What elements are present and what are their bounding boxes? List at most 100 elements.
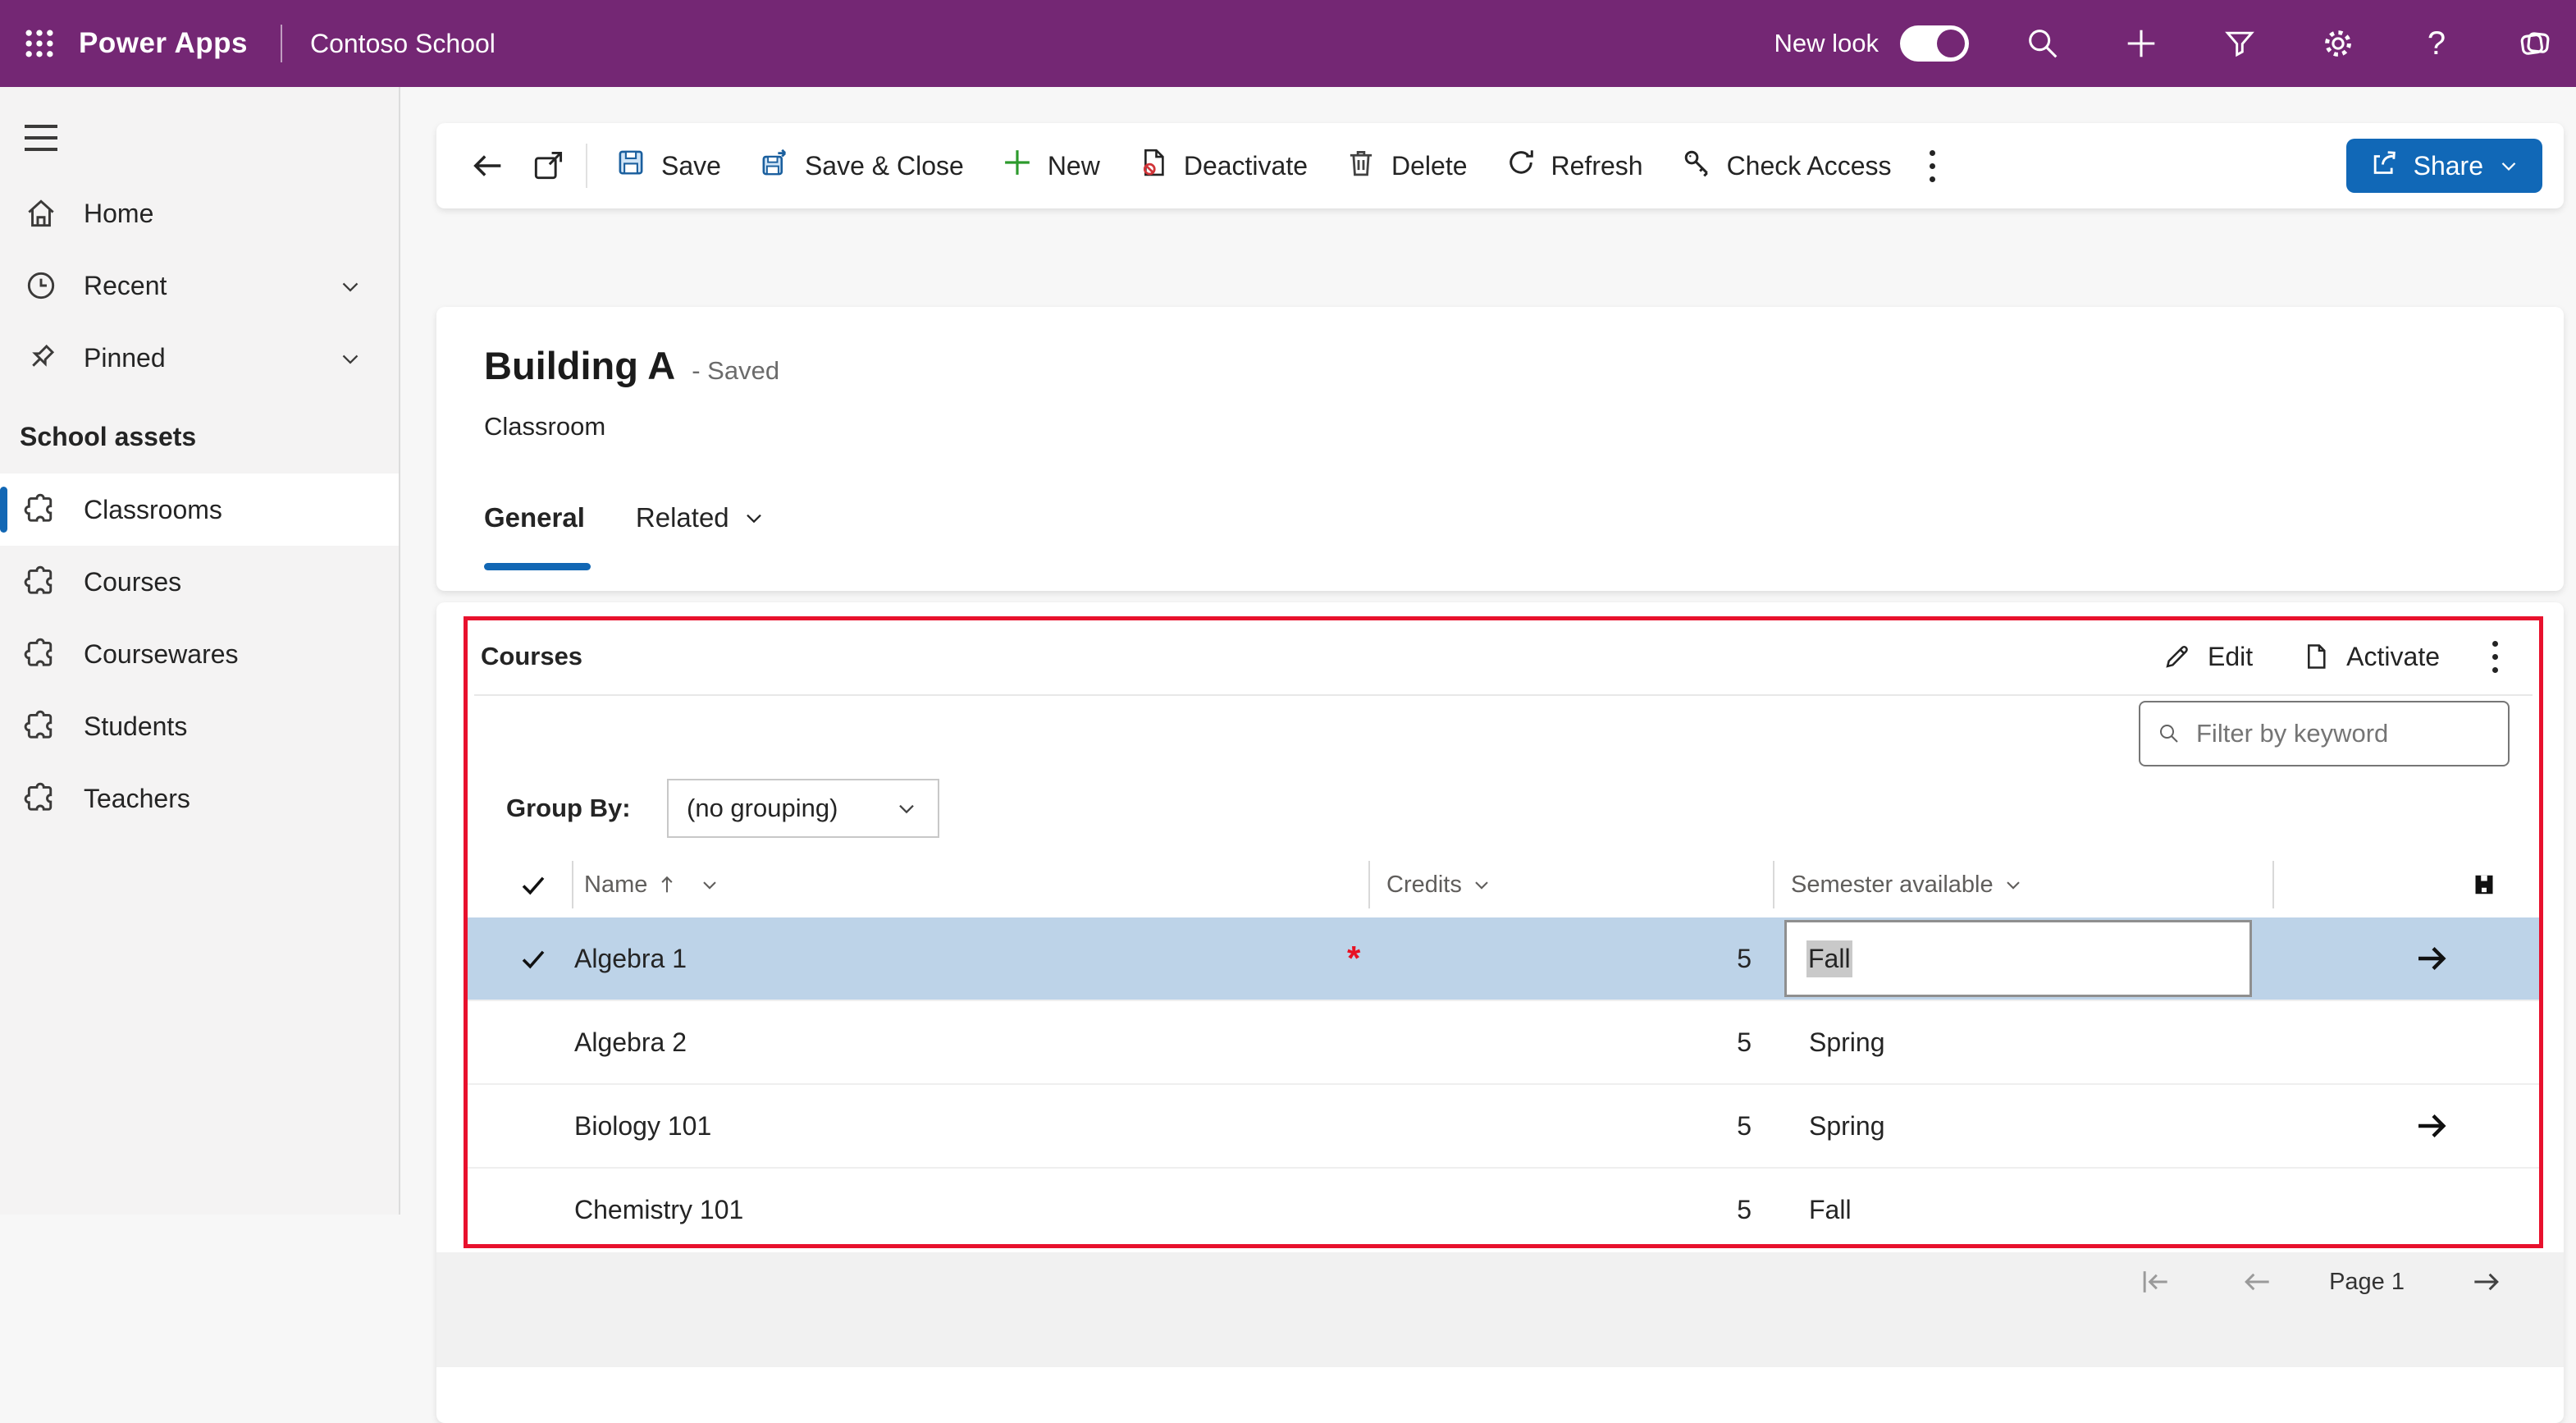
sidebar-item-teachers[interactable]: Teachers: [0, 762, 399, 835]
table-row[interactable]: Chemistry 101 5 Fall: [468, 1169, 2539, 1244]
new-button[interactable]: New: [982, 135, 1118, 196]
command-bar: Save Save & Close New Deactivate Delete: [436, 123, 2564, 208]
check-access-button[interactable]: Check Access: [1661, 135, 1910, 196]
share-label: Share: [2413, 150, 2483, 181]
cell-credits[interactable]: 5: [1608, 917, 1752, 1000]
column-label: Name: [584, 871, 648, 898]
activate-button[interactable]: Activate: [2300, 641, 2440, 672]
trash-icon: [1344, 145, 1378, 186]
open-record-arrow-icon[interactable]: [2412, 1085, 2451, 1167]
sidebar-item-classrooms[interactable]: Classrooms: [0, 474, 399, 546]
check-access-label: Check Access: [1726, 150, 1892, 181]
copilot-icon[interactable]: [2510, 19, 2560, 68]
cell-semester[interactable]: Fall: [1809, 1169, 1852, 1244]
hamburger-menu-icon[interactable]: [21, 120, 61, 156]
chevron-down-icon: [703, 881, 717, 890]
puzzle-icon: [23, 492, 59, 528]
sidebar-item-coursewares[interactable]: Coursewares: [0, 618, 399, 690]
waffle-menu-icon[interactable]: [0, 0, 79, 87]
cell-credits[interactable]: 5: [1608, 1169, 1752, 1244]
previous-page-icon[interactable]: [2237, 1262, 2277, 1302]
delete-button[interactable]: Delete: [1326, 135, 1486, 196]
settings-gear-icon[interactable]: [2313, 19, 2363, 68]
section-divider: [474, 694, 2533, 696]
grid-footer: Page 1: [436, 1252, 2564, 1367]
deactivate-icon: [1136, 145, 1171, 186]
edit-button[interactable]: Edit: [2162, 641, 2253, 672]
save-and-close-button[interactable]: Save & Close: [739, 135, 982, 196]
save-label: Save: [661, 150, 721, 181]
sidebar-item-label: Home: [84, 198, 154, 228]
cell-semester[interactable]: Spring: [1809, 1085, 1885, 1167]
subgrid-filter[interactable]: [2139, 701, 2510, 766]
sidebar-item-recent[interactable]: Recent: [0, 249, 399, 322]
search-icon[interactable]: [2018, 19, 2067, 68]
cell-credits[interactable]: 5: [1608, 1085, 1752, 1167]
page-label: Page 1: [2329, 1268, 2405, 1295]
group-by-dropdown[interactable]: (no grouping): [667, 779, 939, 838]
column-header-semester-available[interactable]: Semester available: [1791, 854, 2025, 915]
sidebar-item-label: Teachers: [84, 783, 190, 813]
required-asterisk: *: [1347, 939, 1361, 977]
sort-ascending-icon: [661, 876, 673, 893]
select-all-checkmark-icon[interactable]: [518, 854, 548, 915]
chevron-down-icon[interactable]: [336, 345, 364, 379]
sidebar-item-pinned[interactable]: Pinned: [0, 322, 399, 394]
activate-label: Activate: [2346, 641, 2440, 671]
chevron-down-icon: [1475, 881, 1488, 890]
share-icon: [2368, 146, 2400, 185]
sidebar-item-students[interactable]: Students: [0, 690, 399, 762]
deactivate-button[interactable]: Deactivate: [1118, 135, 1326, 196]
add-icon[interactable]: [2117, 19, 2166, 68]
semester-inline-editor[interactable]: Fall: [1784, 920, 2252, 997]
tab-related[interactable]: Related: [636, 502, 767, 533]
subgrid-more-commands-icon[interactable]: [2473, 640, 2518, 673]
sidebar-item-courses[interactable]: Courses: [0, 546, 399, 618]
sidebar-item-home[interactable]: Home: [0, 177, 399, 249]
cell-name[interactable]: Chemistry 101: [574, 1169, 743, 1244]
help-icon[interactable]: ?: [2412, 19, 2461, 68]
open-in-new-window-button[interactable]: [518, 135, 578, 196]
cell-name[interactable]: Biology 101: [574, 1085, 711, 1167]
filter-icon[interactable]: [2215, 19, 2264, 68]
tab-general[interactable]: General: [484, 502, 591, 570]
delete-label: Delete: [1391, 150, 1468, 181]
sidebar-item-label: Students: [84, 711, 188, 741]
share-button[interactable]: Share: [2345, 139, 2542, 193]
deactivate-label: Deactivate: [1183, 150, 1309, 181]
cell-name[interactable]: Algebra 1: [574, 917, 687, 1000]
cell-semester[interactable]: Spring: [1809, 1001, 1885, 1083]
environment-name[interactable]: Contoso School: [310, 29, 496, 59]
pencil-icon: [2166, 646, 2188, 668]
refresh-button[interactable]: Refresh: [1486, 135, 1661, 196]
column-label: Semester available: [1791, 871, 1994, 898]
edit-label: Edit: [2208, 641, 2254, 671]
cell-name[interactable]: Algebra 2: [574, 1001, 687, 1083]
row-selected-checkmark-icon[interactable]: [518, 917, 548, 1000]
back-button[interactable]: [458, 135, 518, 196]
app-name[interactable]: Power Apps: [79, 27, 248, 60]
save-button[interactable]: Save: [596, 135, 739, 196]
chevron-down-icon: [746, 514, 761, 524]
column-label: Credits: [1386, 871, 1462, 898]
selected-indicator: [0, 487, 7, 533]
sidebar-item-label: Pinned: [84, 342, 166, 373]
courses-subgrid-card: Courses Edit Activate G: [436, 602, 2564, 1423]
table-row[interactable]: Algebra 2 5 Spring: [468, 1001, 2539, 1083]
open-record-arrow-icon[interactable]: [2412, 917, 2451, 1000]
cell-credits[interactable]: 5: [1608, 1001, 1752, 1083]
record-title: Building A: [484, 344, 676, 387]
save-status: - Saved: [692, 356, 780, 385]
more-commands-icon[interactable]: [1910, 149, 1955, 182]
table-row[interactable]: Biology 101 5 Spring: [468, 1085, 2539, 1167]
first-page-icon[interactable]: [2135, 1262, 2175, 1302]
new-label: New: [1047, 150, 1100, 181]
next-page-icon[interactable]: [2467, 1262, 2506, 1302]
table-row[interactable]: Algebra 1 * 5 Fall: [468, 917, 2539, 1000]
sidebar-group-label: School assets: [20, 422, 197, 451]
column-header-name[interactable]: Name: [584, 854, 721, 915]
new-look-toggle[interactable]: [1900, 25, 1969, 62]
filter-keyword-input[interactable]: [2196, 719, 2492, 748]
column-header-credits[interactable]: Credits: [1386, 854, 1493, 915]
chevron-down-icon[interactable]: [336, 272, 364, 307]
